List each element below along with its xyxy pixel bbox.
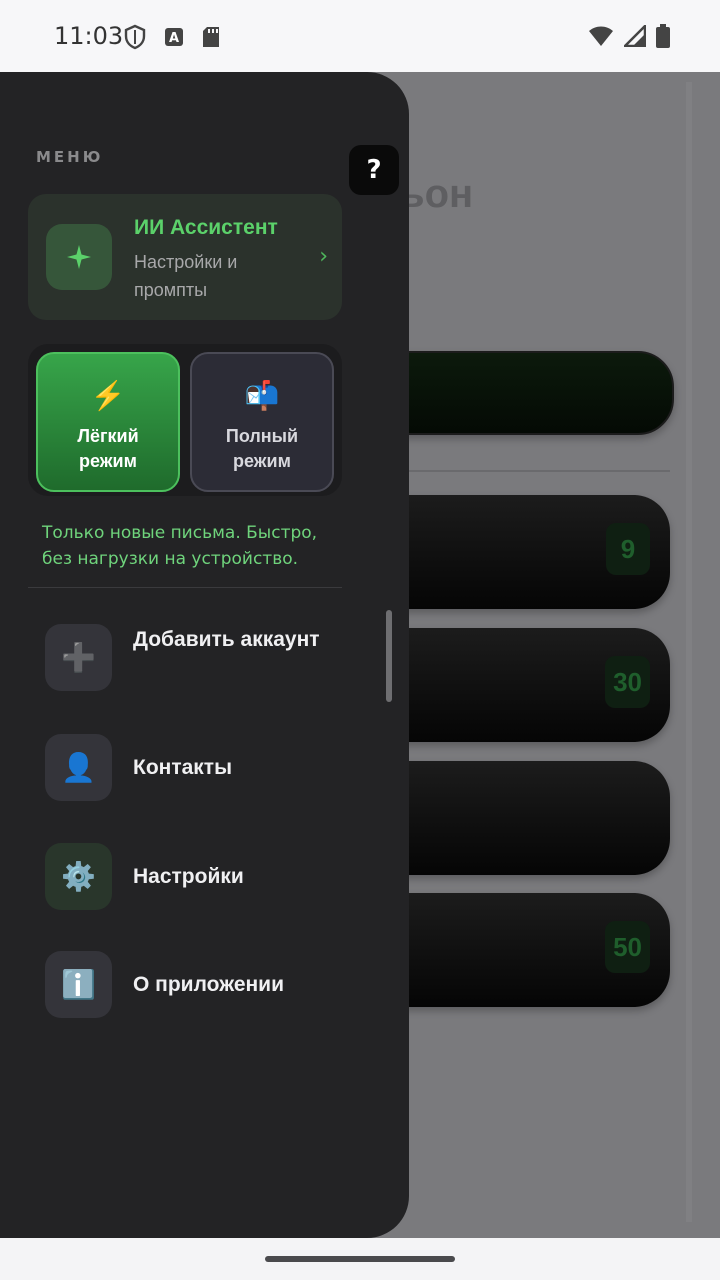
menu-item-settings[interactable]: ⚙️ Настройки bbox=[45, 843, 365, 911]
shield-icon bbox=[124, 24, 146, 55]
drawer-scrollbar[interactable] bbox=[386, 610, 392, 702]
a-icon: A bbox=[164, 27, 184, 52]
sd-card-icon bbox=[202, 26, 220, 53]
background-divider bbox=[400, 470, 670, 472]
background-count: 9 bbox=[606, 523, 650, 575]
ai-assistant-card[interactable]: ИИ Ассистент Настройки и промпты › bbox=[28, 194, 342, 320]
background-title: ьон bbox=[400, 172, 474, 216]
menu-item-add-account[interactable]: ➕ Добавить аккаунт bbox=[45, 624, 365, 692]
menu-item-label: Настройки bbox=[133, 865, 244, 888]
help-button[interactable]: ? bbox=[349, 145, 399, 195]
navigation-drawer: МЕНЮ ИИ Ассистент Настройки и промпты › … bbox=[0, 72, 409, 1238]
battery-icon bbox=[656, 24, 670, 53]
mailbox-icon: 📬 bbox=[244, 380, 280, 411]
gesture-handle[interactable] bbox=[265, 1256, 455, 1262]
wifi-icon bbox=[588, 25, 614, 52]
menu-item-contacts[interactable]: 👤 Контакты bbox=[45, 734, 365, 802]
menu-item-label: О приложении bbox=[133, 973, 284, 996]
full-mode-button[interactable]: 📬 Полный режим bbox=[190, 352, 334, 492]
background-count: 30 bbox=[605, 656, 650, 708]
menu-item-about[interactable]: ℹ️ О приложении bbox=[45, 951, 365, 1019]
status-bar: 11:03 A bbox=[0, 0, 720, 72]
chevron-right-icon: › bbox=[319, 244, 328, 269]
svg-text:A: A bbox=[169, 31, 179, 46]
mode-description: Только новые письма. Быстро, без нагрузк… bbox=[42, 523, 318, 569]
sparkle-icon bbox=[46, 224, 112, 290]
ai-assistant-title: ИИ Ассистент bbox=[134, 216, 278, 239]
ai-assistant-subtitle: Настройки и промпты bbox=[134, 252, 238, 300]
lightning-icon: ⚡ bbox=[90, 380, 126, 411]
background-scrollbar bbox=[686, 82, 692, 1222]
full-mode-label: Полный режим bbox=[225, 426, 299, 471]
divider bbox=[28, 587, 342, 588]
person-icon: 👤 bbox=[45, 734, 112, 801]
gear-icon: ⚙️ bbox=[45, 843, 112, 910]
menu-item-label: Контакты bbox=[133, 756, 233, 779]
plus-icon: ➕ bbox=[45, 624, 112, 691]
signal-icon bbox=[621, 22, 647, 52]
status-time: 11:03 bbox=[54, 22, 124, 50]
light-mode-label: Лёгкий режим bbox=[77, 426, 139, 471]
menu-heading: МЕНЮ bbox=[36, 148, 104, 166]
mode-selector: ⚡ Лёгкий режим 📬 Полный режим bbox=[28, 344, 342, 496]
menu-item-label: Добавить аккаунт bbox=[133, 628, 320, 651]
light-mode-button[interactable]: ⚡ Лёгкий режим bbox=[36, 352, 180, 492]
background-count: 50 bbox=[605, 921, 650, 973]
info-icon: ℹ️ bbox=[45, 951, 112, 1018]
